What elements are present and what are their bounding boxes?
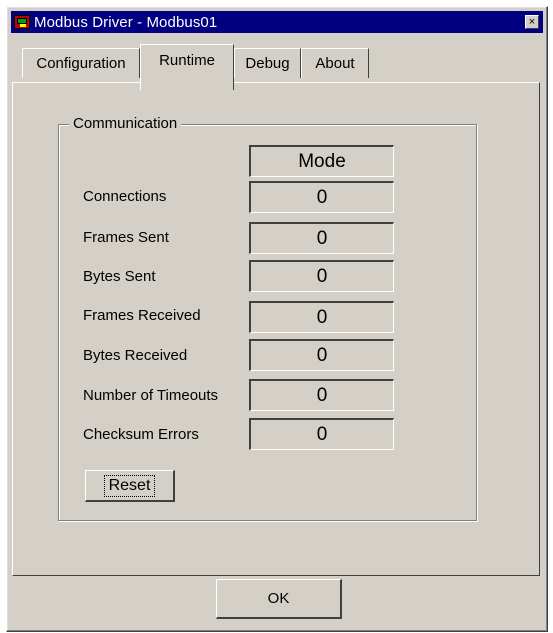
frames-received-value: 0: [249, 301, 394, 333]
tab-debug[interactable]: Debug: [234, 48, 301, 78]
number-of-timeouts-value: 0: [249, 379, 394, 411]
bytes-sent-label: Bytes Sent: [83, 268, 156, 285]
frames-sent-label: Frames Sent: [83, 229, 169, 246]
modbus-app-icon: [14, 15, 30, 29]
connections-value: 0: [249, 181, 394, 213]
checksum-errors-label: Checksum Errors: [83, 426, 199, 443]
tab-runtime[interactable]: Runtime: [140, 44, 234, 90]
checksum-errors-value: 0: [249, 418, 394, 450]
tab-about[interactable]: About: [301, 48, 369, 78]
ok-button[interactable]: OK: [216, 579, 342, 619]
tab-configuration[interactable]: Configuration: [22, 48, 140, 78]
communication-groupbox: Communication Mode Connections 0 Frames …: [58, 115, 477, 521]
communication-group-label: Communication: [69, 115, 182, 132]
frames-sent-value: 0: [249, 222, 394, 254]
runtime-tab-panel: Communication Mode Connections 0 Frames …: [12, 82, 540, 576]
bytes-sent-value: 0: [249, 260, 394, 292]
reset-button[interactable]: Reset: [85, 470, 175, 502]
bytes-received-label: Bytes Received: [83, 347, 188, 364]
close-button[interactable]: ×: [525, 15, 539, 29]
connections-label: Connections: [83, 188, 167, 205]
number-of-timeouts-label: Number of Timeouts: [83, 387, 219, 404]
mode-field: Mode: [249, 145, 394, 177]
reset-button-label: Reset: [103, 474, 156, 497]
window-title: Modbus Driver - Modbus01: [34, 13, 218, 31]
bytes-received-value: 0: [249, 339, 394, 371]
title-bar[interactable]: Modbus Driver - Modbus01 ×: [11, 11, 543, 33]
frames-received-label: Frames Received: [83, 307, 201, 324]
